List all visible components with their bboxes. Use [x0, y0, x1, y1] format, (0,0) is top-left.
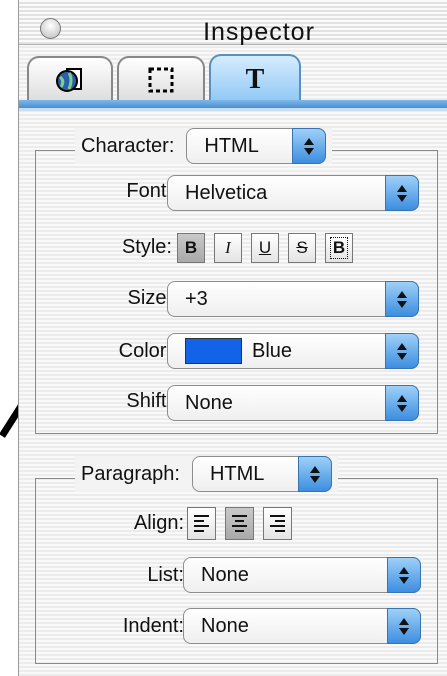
- title-bar: Inspector: [19, 0, 447, 46]
- selection-frame-icon: [148, 67, 174, 93]
- tab-underline-highlight: [19, 108, 447, 111]
- italic-button[interactable]: I: [214, 233, 242, 263]
- indent-label: Indent:: [122, 615, 184, 637]
- inspector-window: Inspector T Character: HTML Font: Helvet…: [18, 0, 447, 676]
- globe-document-icon: [56, 68, 82, 92]
- size-popup[interactable]: +3: [167, 281, 419, 317]
- size-label: Size:: [127, 287, 172, 309]
- paragraph-mode-popup[interactable]: HTML: [191, 456, 332, 492]
- window-title: Inspector: [203, 18, 315, 46]
- paragraph-header: Paragraph: HTML: [75, 456, 338, 492]
- font-value: Helvetica: [185, 181, 268, 204]
- tab-frame[interactable]: [117, 56, 205, 102]
- popup-arrows-icon: [297, 456, 332, 492]
- tab-text[interactable]: T: [209, 54, 301, 104]
- paragraph-label: Paragraph:: [81, 462, 180, 485]
- color-swatch: [185, 338, 242, 364]
- popup-arrows-icon: [385, 175, 419, 211]
- shift-popup[interactable]: None: [167, 385, 419, 421]
- underline-button[interactable]: U: [251, 233, 279, 263]
- strikethrough-button[interactable]: S: [288, 233, 316, 263]
- tab-document[interactable]: [27, 56, 113, 102]
- size-value: +3: [185, 287, 208, 310]
- list-popup[interactable]: None: [183, 557, 421, 593]
- font-label: Font:: [126, 180, 172, 202]
- align-center-button[interactable]: [225, 507, 254, 540]
- indent-popup[interactable]: None: [183, 608, 421, 644]
- indent-value: None: [201, 614, 249, 637]
- align-right-button[interactable]: [263, 507, 292, 540]
- close-button[interactable]: [40, 18, 61, 39]
- popup-arrows-icon: [385, 385, 419, 421]
- popup-arrows-icon: [385, 281, 419, 317]
- shift-label: Shift:: [126, 390, 172, 412]
- align-left-button[interactable]: [187, 507, 216, 540]
- popup-arrows-icon: [292, 128, 327, 164]
- tab-underline: [19, 100, 447, 108]
- font-popup[interactable]: Helvetica: [167, 175, 419, 211]
- list-label: List:: [147, 564, 184, 586]
- shift-value: None: [185, 391, 233, 414]
- popup-arrows-icon: [385, 333, 419, 369]
- bold-button[interactable]: B: [177, 233, 205, 263]
- text-icon: T: [245, 64, 265, 95]
- popup-arrows-icon: [387, 608, 421, 644]
- style-label: Style:: [121, 236, 172, 258]
- list-value: None: [201, 563, 249, 586]
- color-label: Color:: [118, 340, 172, 362]
- align-label: Align:: [133, 512, 184, 534]
- character-mode-popup[interactable]: HTML: [186, 128, 327, 164]
- popup-arrows-icon: [387, 557, 421, 593]
- color-popup[interactable]: Blue: [167, 333, 419, 369]
- outline-button[interactable]: B: [325, 233, 353, 263]
- character-label: Character:: [81, 134, 175, 157]
- character-header: Character: HTML: [75, 128, 333, 164]
